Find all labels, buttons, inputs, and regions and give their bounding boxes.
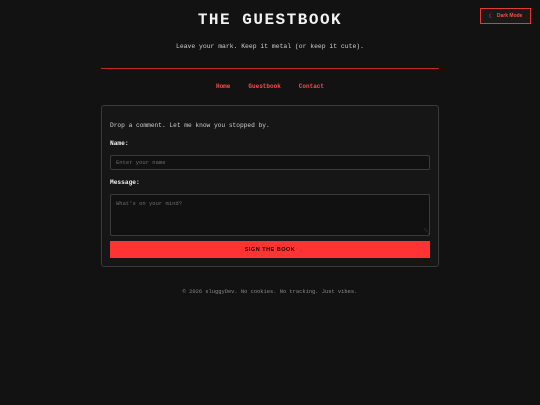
resize-grip-icon[interactable]: ⋱ [424,229,430,235]
nav-link-guestbook[interactable]: Guestbook [248,83,280,90]
nav-link-contact[interactable]: Contact [299,83,324,90]
form-intro: Drop a comment. Let me know you stopped … [110,122,270,129]
main-nav: Home Guestbook Contact [0,83,540,90]
message-textarea[interactable] [110,194,430,236]
tagline: Leave your mark. Keep it metal (or keep … [176,43,364,50]
name-input[interactable] [110,155,430,170]
footer-text: © 2026 sluggyDev. No cookies. No trackin… [182,289,358,295]
message-label: Message: [110,179,140,186]
sign-the-book-button[interactable]: SIGN THE BOOK [110,241,430,258]
page-title: THE GUESTBOOK [197,11,343,29]
header-divider [101,68,439,69]
name-label: Name: [110,140,129,147]
nav-link-home[interactable]: Home [216,83,230,90]
